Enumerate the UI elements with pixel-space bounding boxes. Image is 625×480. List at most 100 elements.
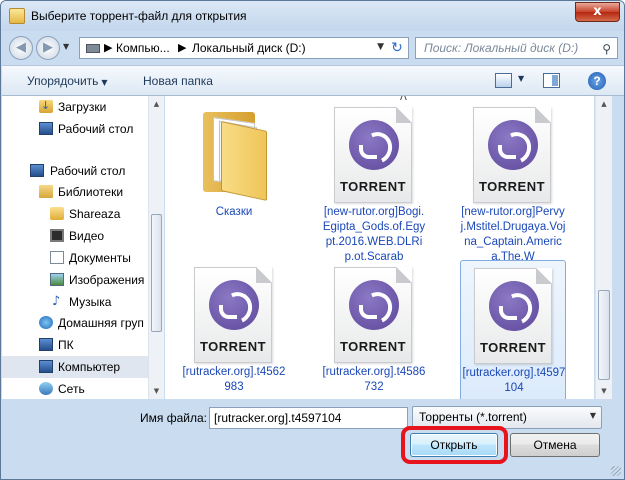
sidebar-scrollbar[interactable]: ▲ ▼ — [148, 96, 164, 399]
sidebar-item-libraries[interactable]: Библиотеки — [2, 181, 148, 203]
torrent-file-icon: TORRENT — [473, 107, 551, 203]
back-button[interactable]: ◀ — [9, 36, 33, 60]
refresh-button[interactable]: ↻ — [387, 38, 407, 58]
open-button[interactable]: Открыть — [410, 433, 498, 457]
bittorrent-logo-icon — [489, 281, 539, 331]
file-name: [new-rutor.org]Pervyj.Mstitel.Drugaya.Vo… — [460, 206, 566, 263]
desktop-icon — [30, 164, 44, 177]
sidebar-item-computer[interactable]: Компьютер — [2, 356, 148, 378]
breadcrumb-local-disk[interactable]: Локальный диск (D:) — [192, 41, 306, 55]
dialog-title: Выберите торрент-файл для открытия — [31, 9, 247, 23]
sidebar-item-label: Документы — [69, 251, 131, 265]
file-name: [rutracker.org].t4597104 — [462, 367, 566, 394]
computer-icon — [86, 44, 100, 53]
computer-icon — [39, 338, 53, 351]
file-tile-torrent[interactable]: TORRENT [rutracker.org].t4586732 — [321, 260, 427, 399]
sidebar-item-label: Видео — [69, 229, 105, 243]
preview-pane-icon[interactable] — [543, 73, 560, 88]
chevron-down-icon: ▼ — [101, 78, 108, 87]
music-icon: ♪ — [52, 294, 61, 309]
bittorrent-logo-icon — [349, 280, 399, 330]
arrow-right-icon: ▶ — [43, 40, 53, 55]
sidebar-item-documents[interactable]: Документы — [2, 247, 148, 269]
documents-icon — [50, 251, 64, 264]
breadcrumb-separator-icon[interactable]: ▶ — [178, 41, 186, 54]
library-icon — [39, 185, 53, 198]
torrent-badge: TORRENT — [478, 179, 546, 194]
file-list-scrollbar[interactable]: ▲ ▼ — [595, 96, 612, 399]
title-bar: Выберите торрент-файл для открытия x — [1, 1, 624, 31]
downloads-icon — [39, 96, 53, 117]
sidebar-item-label: Музыка — [69, 295, 112, 309]
organize-label: Упорядочить — [27, 74, 99, 88]
search-box[interactable]: Поиск: Локальный диск (D:) ⚲ — [415, 37, 618, 59]
bittorrent-logo-icon — [209, 280, 259, 330]
sidebar-item-label: Компьютер — [58, 360, 121, 374]
scroll-up-icon[interactable]: ▲ — [149, 96, 164, 112]
change-view-icon[interactable] — [495, 73, 512, 88]
sidebar-item-network[interactable]: Сеть — [2, 378, 148, 399]
bittorrent-logo-icon — [488, 120, 538, 170]
new-folder-button[interactable]: Новая папка — [143, 74, 213, 88]
breadcrumb-separator-icon[interactable]: ▶ — [104, 41, 112, 54]
desktop-icon — [39, 122, 53, 135]
file-tile-torrent[interactable]: TORRENT [new-rutor.org]Pervyj.Mstitel.Dr… — [460, 100, 566, 263]
sidebar-item-pc[interactable]: ПК — [2, 334, 148, 356]
cancel-button[interactable]: Отмена — [510, 433, 600, 457]
dialog-folder-icon — [9, 8, 25, 24]
refresh-icon: ↻ — [391, 40, 403, 56]
sidebar-item-downloads[interactable]: Загрузки — [2, 96, 148, 118]
torrent-file-icon: TORRENT — [334, 107, 412, 203]
file-type-value: Торренты (*.torrent) — [419, 410, 527, 424]
address-dropdown-icon[interactable]: ▼ — [377, 42, 384, 52]
sidebar-item-label: Shareaza — [69, 207, 121, 221]
file-list: ᐱ Сказки TORRENT [new-rutor.org]Bogi.Egi… — [165, 96, 594, 399]
search-icon[interactable]: ⚲ — [602, 42, 611, 56]
sidebar-item-label: Рабочий стол — [58, 122, 134, 136]
scroll-down-icon[interactable]: ▼ — [149, 383, 164, 399]
computer-icon — [39, 360, 53, 373]
breadcrumb-computer[interactable]: Компью... — [116, 41, 170, 55]
torrent-badge: TORRENT — [339, 339, 407, 354]
images-icon — [50, 273, 64, 286]
view-options-chevron-icon[interactable]: ▼ — [518, 74, 524, 83]
help-icon[interactable]: ? — [588, 72, 606, 90]
organize-menu[interactable]: Упорядочить ▼ — [27, 74, 108, 88]
folder-icon — [199, 110, 269, 201]
sidebar-item-video[interactable]: Видео — [2, 225, 148, 247]
file-tile-torrent[interactable]: TORRENT [rutracker.org].t4562983 — [181, 260, 287, 399]
filename-field[interactable]: [rutracker.org].t4597104 — [209, 407, 408, 429]
sidebar-item-images[interactable]: Изображения — [2, 269, 148, 291]
sidebar-item-label: Библиотеки — [58, 185, 124, 199]
forward-button[interactable]: ▶ — [36, 36, 60, 60]
scroll-up-icon[interactable]: ▲ — [596, 96, 612, 112]
address-bar[interactable]: ▶ Компью... ▶ Локальный диск (D:) ▼ — [79, 37, 409, 59]
sidebar-item-desktop-favorite[interactable]: Рабочий стол — [2, 118, 148, 140]
file-list-scroll-thumb[interactable] — [598, 290, 610, 380]
sidebar-item-music[interactable]: ♪ Музыка — [2, 291, 148, 313]
sidebar-item-desktop[interactable]: Рабочий стол — [2, 160, 148, 182]
sidebar-scroll-thumb[interactable] — [151, 214, 162, 332]
navigation-pane: Загрузки Рабочий стол Рабочий стол Библи… — [2, 96, 154, 399]
file-tile-torrent[interactable]: TORRENT [new-rutor.org]Bogi.Egipta_Gods.… — [321, 100, 427, 263]
sidebar-item-shareaza[interactable]: Shareaza — [2, 203, 148, 225]
file-tile-torrent-selected[interactable]: TORRENT [rutracker.org].t4597104 — [460, 260, 566, 399]
search-input[interactable]: Поиск: Локальный диск (D:) — [424, 41, 578, 55]
bittorrent-logo-icon — [349, 120, 399, 170]
sidebar-item-homegroup[interactable]: Домашняя груп — [2, 312, 148, 334]
torrent-file-icon: TORRENT — [194, 267, 272, 363]
video-icon — [50, 229, 64, 242]
command-bar: Упорядочить ▼ Новая папка ▼ ? — [2, 65, 624, 96]
chevron-down-icon: ▼ — [589, 411, 596, 420]
network-icon — [39, 382, 53, 395]
scroll-down-icon[interactable]: ▼ — [596, 383, 612, 399]
torrent-file-icon: TORRENT — [474, 268, 552, 364]
recent-locations-chevron-icon[interactable]: ▼ — [63, 42, 69, 51]
sidebar-item-label: Домашняя груп — [58, 316, 144, 330]
filename-label: Имя файла: — [140, 411, 207, 425]
close-button[interactable]: x — [575, 2, 620, 22]
resize-grip-icon[interactable] — [611, 466, 621, 476]
torrent-file-icon: TORRENT — [334, 267, 412, 363]
file-name: [rutracker.org].t4586732 — [322, 366, 426, 393]
file-tile-folder[interactable]: Сказки — [181, 100, 287, 260]
